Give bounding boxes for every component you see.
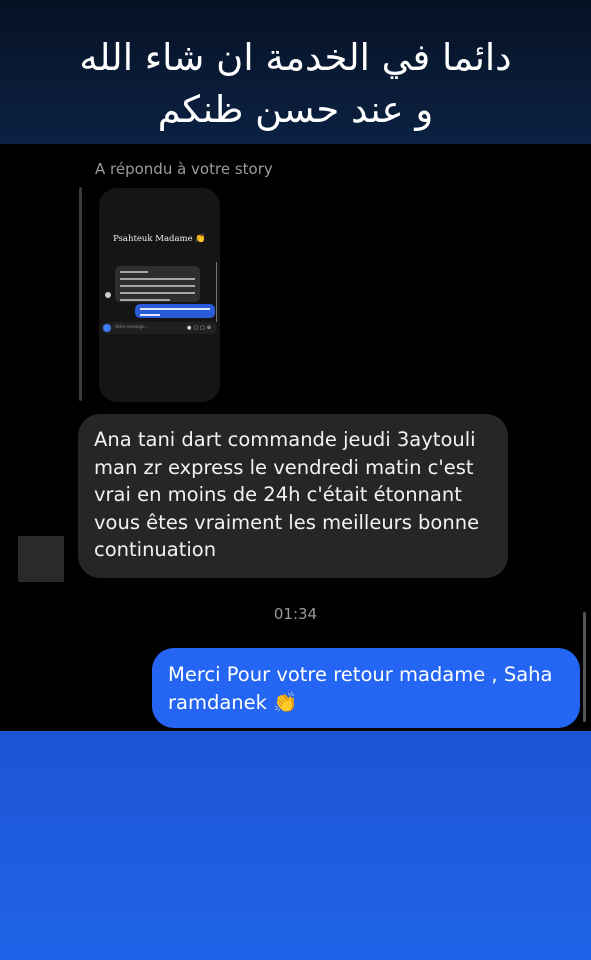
sender-avatar[interactable] [18, 536, 64, 582]
scrollbar[interactable] [583, 612, 586, 722]
header-banner: دائما في الخدمة ان شاء الله و عند حسن ظن… [0, 0, 591, 144]
outgoing-message-text: Merci Pour votre retour madame , Saha ra… [168, 663, 553, 714]
story-thumbnail-input-bar: Votre message... ●▢▢⊕ [101, 322, 217, 334]
story-thumbnail-outgoing-bubble [135, 304, 215, 318]
input-action-icons: ●▢▢⊕ [187, 325, 213, 331]
story-thumbnail-placeholder: Votre message... [115, 324, 149, 329]
sticker-icon: ▢ [200, 325, 207, 331]
plus-icon: ⊕ [206, 325, 213, 331]
incoming-message-bubble[interactable]: Ana tani dart commande jeudi 3aytouli ma… [78, 414, 508, 578]
story-thumbnail-time: · [159, 256, 160, 260]
camera-icon [103, 324, 111, 332]
banner-line-1: دائما في الخدمة ان شاء الله [79, 36, 512, 79]
story-thumbnail-avatar [105, 292, 111, 298]
outgoing-message-bubble[interactable]: Merci Pour votre retour madame , Saha ra… [152, 648, 580, 728]
banner-line-2: و عند حسن ظنكم [157, 88, 434, 131]
story-thumbnail-incoming-bubble [115, 266, 200, 302]
story-thumbnail-title: Psahteuk Madame 👏 [113, 234, 206, 244]
story-thumbnail[interactable]: Psahteuk Madame 👏 · Votre message... ●▢▢… [99, 188, 220, 402]
incoming-message-text: Ana tani dart commande jeudi 3aytouli ma… [94, 428, 480, 561]
story-reply-label: A répondu à votre story [95, 160, 273, 178]
reply-indicator-bar [79, 187, 82, 401]
story-thumbnail-divider [216, 262, 217, 322]
message-timestamp: 01:34 [273, 605, 318, 623]
bottom-blue-panel [0, 731, 591, 960]
